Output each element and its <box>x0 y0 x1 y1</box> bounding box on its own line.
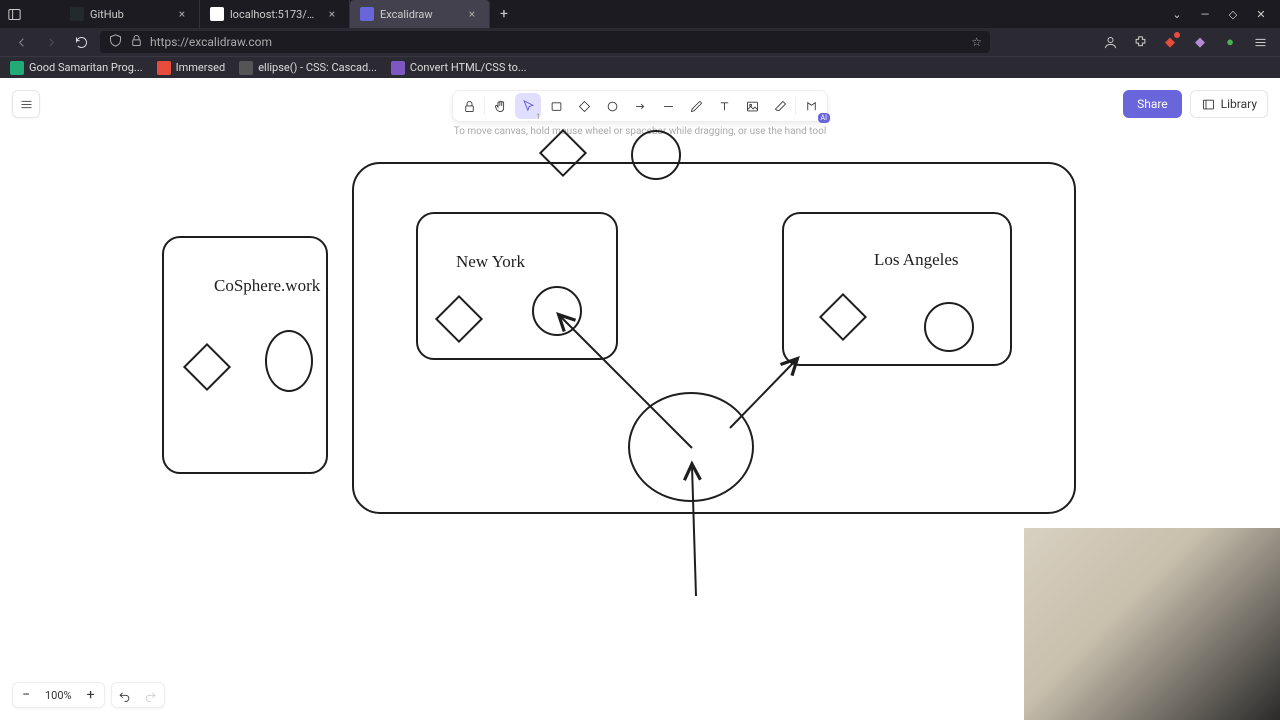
bookmark-favicon-icon <box>391 61 405 75</box>
bookmark-label: Immersed <box>176 61 226 74</box>
lock-icon <box>129 33 144 51</box>
account-icon[interactable] <box>1100 32 1120 52</box>
extension-icon[interactable]: ● <box>1220 32 1240 52</box>
circle-shape[interactable] <box>532 286 582 336</box>
app-menu-icon[interactable] <box>1250 32 1270 52</box>
bookmark-label: Good Samaritan Prog... <box>29 61 143 74</box>
webcam-overlay <box>1024 528 1280 720</box>
bookmark-favicon-icon <box>157 61 171 75</box>
bookmark-item[interactable]: Immersed <box>157 61 226 75</box>
card-box[interactable] <box>416 212 618 360</box>
card-box[interactable] <box>782 212 1012 366</box>
tab-title: localhost:5173/docs/api# <box>230 8 319 21</box>
undo-button[interactable] <box>112 683 138 709</box>
bookmark-star-icon[interactable]: ☆ <box>971 35 982 49</box>
card-label: CoSphere.work <box>214 276 320 296</box>
url-text: https://excalidraw.com <box>150 35 965 49</box>
address-bar-row: https://excalidraw.com ☆ ◆ ◆ ● <box>0 28 1280 56</box>
forward-button <box>40 31 62 53</box>
bookmark-label: ellipse() - CSS: Cascad... <box>258 61 377 74</box>
circle-shape[interactable] <box>924 302 974 352</box>
bookmark-favicon-icon <box>239 61 253 75</box>
new-tab-button[interactable]: + <box>490 0 518 28</box>
browser-tab[interactable]: localhost:5173/docs/api# × <box>200 0 350 28</box>
browser-tab[interactable]: Excalidraw × <box>350 0 490 28</box>
extension-icon[interactable]: ◆ <box>1190 32 1210 52</box>
shield-icon <box>108 33 123 51</box>
sidebar-toggle-icon[interactable] <box>0 0 28 28</box>
circle-shape[interactable] <box>628 392 754 502</box>
zoom-in-button[interactable]: + <box>78 682 104 708</box>
zoom-value[interactable]: 100% <box>39 689 78 702</box>
extensions-icon[interactable] <box>1130 32 1150 52</box>
bookmarks-bar: Good Samaritan Prog... Immersed ellipse(… <box>0 56 1280 78</box>
tab-title: Excalidraw <box>380 8 459 21</box>
address-bar[interactable]: https://excalidraw.com ☆ <box>100 31 990 53</box>
minimize-icon[interactable]: ― <box>1198 8 1212 21</box>
card-label: Los Angeles <box>874 250 959 270</box>
favicon-icon <box>210 7 224 21</box>
bookmark-item[interactable]: Convert HTML/CSS to... <box>391 61 527 75</box>
tab-title: GitHub <box>90 8 169 21</box>
close-window-icon[interactable]: ✕ <box>1254 8 1268 21</box>
reload-button[interactable] <box>70 31 92 53</box>
excalidraw-page: 1 AI To move canvas, hold mouse wheel or… <box>0 78 1280 720</box>
bookmark-item[interactable]: Good Samaritan Prog... <box>10 61 143 75</box>
close-icon[interactable]: × <box>465 7 479 21</box>
browser-tab-strip: GitHub × localhost:5173/docs/api# × Exca… <box>0 0 1280 28</box>
zoom-control: − 100% + <box>12 682 105 708</box>
browser-tab[interactable]: GitHub × <box>60 0 200 28</box>
back-button[interactable] <box>10 31 32 53</box>
favicon-icon <box>70 7 84 21</box>
bookmark-favicon-icon <box>10 61 24 75</box>
zoom-out-button[interactable]: − <box>13 682 39 708</box>
maximize-icon[interactable]: ◇ <box>1226 8 1240 21</box>
card-label: New York <box>456 252 525 272</box>
bookmark-item[interactable]: ellipse() - CSS: Cascad... <box>239 61 377 75</box>
close-icon[interactable]: × <box>175 7 189 21</box>
circle-shape[interactable] <box>265 330 313 392</box>
close-icon[interactable]: × <box>325 7 339 21</box>
bookmark-label: Convert HTML/CSS to... <box>410 61 527 74</box>
chevron-down-icon[interactable]: ⌄ <box>1170 8 1184 21</box>
redo-button <box>138 683 164 709</box>
favicon-icon <box>360 7 374 21</box>
extension-badge-icon[interactable]: ◆ <box>1160 32 1180 52</box>
